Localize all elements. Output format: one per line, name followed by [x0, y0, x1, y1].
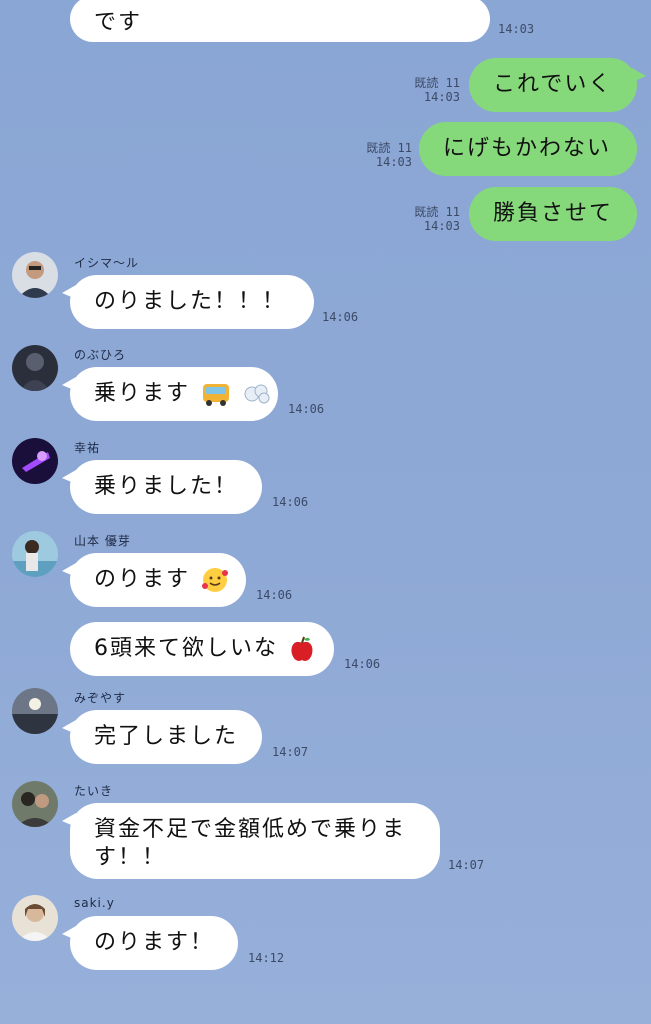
message-text: です [94, 10, 143, 35]
dark-figure-icon [12, 345, 58, 391]
message-bubble[interactable]: 完了しました [62, 710, 262, 764]
message-time: 14:03 [423, 219, 460, 233]
avatar-saki-y[interactable] [12, 895, 58, 941]
sender-name: みぞやす [74, 691, 127, 705]
message-time: 14:07 [272, 745, 309, 759]
avatar-kosuke[interactable] [12, 438, 58, 484]
message-time: 14:07 [448, 858, 485, 872]
message-bubble[interactable]: にげもかわない [419, 122, 637, 176]
apple-icon [291, 636, 313, 661]
message-text: 乗りました！ [94, 474, 239, 499]
message-time: 14:06 [288, 402, 325, 416]
sunset-photo-icon [12, 688, 58, 734]
message-time: 14:12 [248, 951, 285, 965]
sender-name: イシマ〜ル [74, 256, 140, 270]
message-text: のりました！！！ [94, 289, 287, 314]
message-bubble[interactable]: のりました！！！ [62, 275, 314, 329]
smiling-face-hearts-icon [202, 568, 229, 592]
sender-name: 幸祐 [74, 441, 101, 455]
message-time: 14:03 [423, 90, 460, 104]
message-text: 勝負させて [493, 201, 614, 226]
message-time: 14:06 [322, 310, 359, 324]
message-bubble[interactable]: 乗りました！ [62, 460, 262, 514]
dash-icon [244, 384, 270, 404]
message-text: 6頭来て欲しいな [94, 636, 278, 661]
message-text: にげもかわない [443, 136, 612, 161]
message-bubble[interactable]: です [70, 0, 490, 42]
read-count: 既読 11 [414, 76, 460, 90]
message-bubble[interactable]: 6頭来て欲しいな [70, 622, 334, 676]
read-count: 既読 11 [414, 205, 460, 219]
message-bubble[interactable]: のります！ [62, 916, 238, 970]
sender-name: たいき [74, 784, 114, 798]
message-text: のります [94, 567, 191, 592]
message-time: 14:06 [256, 588, 293, 602]
message-time: 14:03 [498, 22, 535, 36]
message-text: これでいく [493, 72, 613, 97]
person-photo-icon [12, 252, 58, 298]
sender-name: 山本 優芽 [74, 534, 131, 548]
bus-icon [203, 384, 230, 406]
sender-name: のぶひろ [74, 348, 127, 362]
read-count: 既読 11 [366, 141, 412, 155]
message-bubble[interactable]: 資金不足で金額低めで乗ります！！ [62, 803, 440, 879]
message-bubble[interactable]: のります [62, 553, 246, 607]
avatar-yamamoto[interactable] [12, 531, 58, 577]
avatar-taiki[interactable] [12, 781, 58, 827]
message-text: 完了しました [94, 724, 239, 749]
sender-name: saki.y [74, 896, 115, 910]
read-status: 既読 11 14:03 [398, 76, 460, 104]
message-text: 乗ります [94, 381, 191, 406]
person-photo-icon [12, 895, 58, 941]
avatar-mizoyasu[interactable] [12, 688, 58, 734]
message-bubble[interactable]: 勝負させて [469, 187, 637, 241]
message-time: 14:06 [344, 657, 381, 671]
message-bubble[interactable]: 乗ります [62, 367, 278, 421]
message-time: 14:06 [272, 495, 309, 509]
message-time: 14:03 [375, 155, 412, 169]
read-status: 既読 11 14:03 [398, 205, 460, 233]
person-photo-icon [12, 531, 58, 577]
person-photo-icon [12, 781, 58, 827]
avatar-nobuhiro[interactable] [12, 345, 58, 391]
message-text: 資金不足で金額低めで乗ります！！ [94, 817, 407, 870]
avatar-ishimaru[interactable] [12, 252, 58, 298]
message-bubble[interactable]: これでいく [469, 58, 646, 112]
message-text: のります！ [94, 930, 215, 955]
read-status: 既読 11 14:03 [350, 141, 412, 169]
purple-light-icon [12, 438, 58, 484]
